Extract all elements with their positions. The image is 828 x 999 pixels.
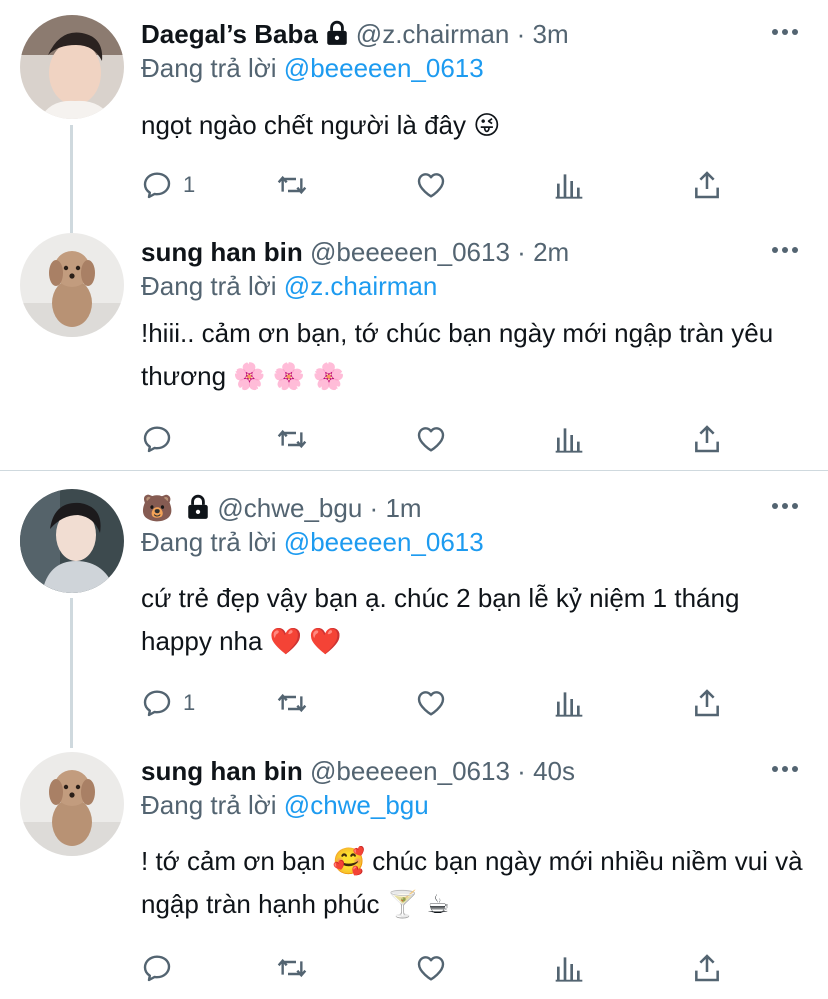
- analytics-icon: [555, 428, 583, 453]
- reply-button[interactable]: 1: [141, 167, 195, 203]
- timestamp[interactable]: 1m: [385, 493, 421, 523]
- tweet-3[interactable]: 🐻 @chwe_bgu · 1m Đang trả lời @beeeeen_06…: [0, 489, 828, 729]
- reply-icon: [143, 426, 171, 453]
- reply-button[interactable]: [141, 950, 183, 986]
- username[interactable]: @chwe_bgu: [217, 493, 362, 523]
- replying-to: Đang trả lời @z.chairman: [141, 269, 437, 303]
- retweet-icon: [277, 429, 307, 449]
- avatar[interactable]: [20, 233, 124, 337]
- share-button[interactable]: [691, 950, 723, 986]
- more-icon[interactable]: [772, 29, 798, 37]
- tweet-text: ngọt ngào chết người là đây 😜: [141, 110, 501, 140]
- separator-dot: ·: [369, 493, 379, 523]
- reply-icon: [143, 955, 171, 982]
- display-name[interactable]: 🐻: [141, 494, 173, 524]
- username[interactable]: @z.chairman: [356, 19, 510, 49]
- display-name[interactable]: sung han bin: [141, 237, 303, 267]
- separator-dot: ·: [516, 19, 526, 49]
- replying-to: Đang trả lời @beeeeen_0613: [141, 51, 484, 85]
- analytics-button[interactable]: [553, 421, 585, 457]
- replying-to: Đang trả lời @beeeeen_0613: [141, 525, 484, 559]
- tweet-1[interactable]: Daegal’s Baba @z.chairman · 3m Đang trả l…: [0, 15, 828, 215]
- tweet-text: cứ trẻ đẹp vậy bạn ạ. chúc 2 bạn lễ kỷ n…: [141, 583, 740, 656]
- reply-count: 1: [183, 690, 196, 715]
- like-icon: [417, 173, 445, 198]
- display-name[interactable]: sung han bin: [141, 756, 303, 786]
- lock-icon: [324, 20, 350, 54]
- share-icon: [695, 689, 719, 717]
- avatar[interactable]: [20, 752, 124, 856]
- replying-to-label: Đang trả lời: [141, 527, 277, 557]
- separator-dot: ·: [517, 237, 526, 267]
- share-icon: [695, 425, 719, 453]
- like-icon: [417, 427, 445, 452]
- share-button[interactable]: [691, 167, 723, 203]
- share-icon: [695, 171, 719, 199]
- more-icon[interactable]: [772, 766, 798, 774]
- reply-button[interactable]: 1: [141, 685, 195, 721]
- reply-icon: [143, 172, 171, 199]
- avatar[interactable]: [20, 489, 124, 593]
- retweet-button[interactable]: [276, 950, 308, 986]
- like-button[interactable]: [415, 167, 447, 203]
- replying-to-label: Đang trả lời: [141, 271, 277, 301]
- share-button[interactable]: [691, 685, 723, 721]
- replying-to-label: Đang trả lời: [141, 53, 277, 83]
- avatar[interactable]: [20, 15, 124, 119]
- timestamp[interactable]: 3m: [533, 19, 569, 49]
- share-icon: [695, 954, 719, 982]
- analytics-icon: [555, 692, 583, 717]
- action-bar: [141, 950, 741, 986]
- tweet-text: ! tớ cảm ơn bạn 🥰 chúc bạn ngày mới nhiề…: [141, 846, 803, 919]
- like-icon: [417, 691, 445, 716]
- mention-link[interactable]: @beeeeen_0613: [284, 53, 484, 83]
- replying-to: Đang trả lời @chwe_bgu: [141, 788, 429, 822]
- timestamp[interactable]: 2m: [533, 237, 569, 267]
- like-icon: [417, 956, 445, 981]
- thread-separator: [0, 470, 828, 471]
- retweet-icon: [277, 693, 307, 713]
- mention-link[interactable]: @z.chairman: [284, 271, 438, 301]
- tweet-text: !hiii.. cảm ơn bạn, tớ chúc bạn ngày mới…: [141, 318, 774, 391]
- analytics-icon: [555, 174, 583, 199]
- reply-button[interactable]: [141, 421, 183, 457]
- share-button[interactable]: [691, 421, 723, 457]
- action-bar: 1: [141, 685, 741, 721]
- retweet-icon: [277, 958, 307, 978]
- tweet-header: sung han bin @beeeeen_0613 · 40s: [141, 754, 575, 788]
- more-icon[interactable]: [772, 247, 798, 255]
- reply-count: 1: [183, 172, 196, 197]
- more-icon[interactable]: [772, 503, 798, 511]
- like-button[interactable]: [415, 950, 447, 986]
- mention-link[interactable]: @chwe_bgu: [284, 790, 429, 820]
- replying-to-label: Đang trả lời: [141, 790, 277, 820]
- tweet-header: sung han bin @beeeeen_0613 · 2m: [141, 235, 569, 269]
- tweet-header: Daegal’s Baba @z.chairman · 3m: [141, 17, 569, 54]
- retweet-icon: [277, 175, 307, 195]
- tweet-header: 🐻 @chwe_bgu · 1m: [141, 491, 422, 528]
- analytics-icon: [555, 957, 583, 982]
- tweet-4[interactable]: sung han bin @beeeeen_0613 · 40s Đang tr…: [0, 752, 828, 997]
- like-button[interactable]: [415, 685, 447, 721]
- action-bar: [141, 421, 741, 457]
- separator-dot: ·: [517, 756, 526, 786]
- analytics-button[interactable]: [553, 950, 585, 986]
- analytics-button[interactable]: [553, 685, 585, 721]
- analytics-button[interactable]: [553, 167, 585, 203]
- retweet-button[interactable]: [276, 167, 308, 203]
- timestamp[interactable]: 40s: [533, 756, 575, 786]
- retweet-button[interactable]: [276, 421, 308, 457]
- retweet-button[interactable]: [276, 685, 308, 721]
- lock-icon: [185, 494, 211, 528]
- like-button[interactable]: [415, 421, 447, 457]
- mention-link[interactable]: @beeeeen_0613: [284, 527, 484, 557]
- action-bar: 1: [141, 167, 741, 203]
- username[interactable]: @beeeeen_0613: [310, 237, 510, 267]
- username[interactable]: @beeeeen_0613: [310, 756, 510, 786]
- display-name[interactable]: Daegal’s Baba: [141, 19, 318, 49]
- reply-icon: [143, 690, 171, 717]
- tweet-2[interactable]: sung han bin @beeeeen_0613 · 2m Đang trả…: [0, 233, 828, 468]
